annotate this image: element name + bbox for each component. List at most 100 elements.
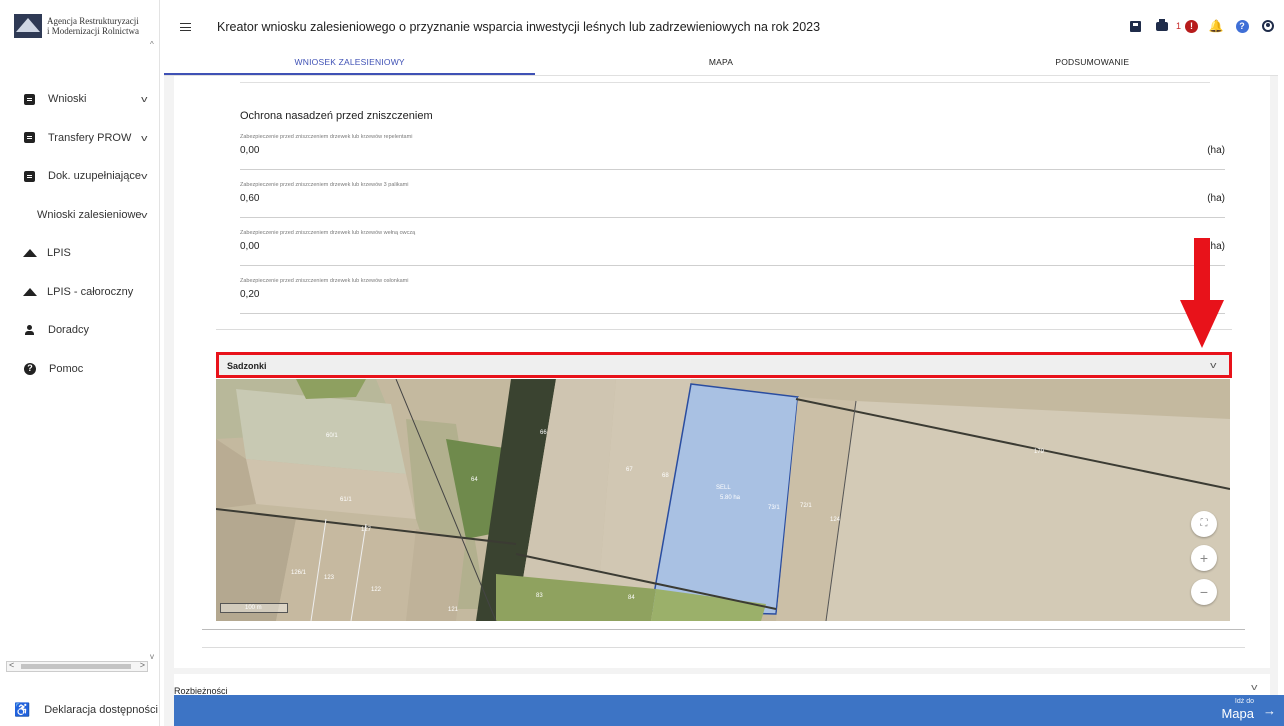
sidebar-scroll-down-icon[interactable]: v (150, 652, 154, 661)
field-value[interactable]: 0,00 (240, 241, 259, 252)
sidebar-item-pomoc[interactable]: ? Pomoc (0, 350, 158, 389)
field-value[interactable]: 0,60 (240, 193, 259, 204)
sidebar-item-dok-uzupelniajace[interactable]: Dok. uzupełniające v (0, 157, 158, 196)
selected-parcel-area: 5.80 ha (720, 495, 741, 501)
parcel-label: 122 (371, 587, 382, 593)
sidebar-item-label: Transfery PROW (48, 131, 132, 144)
save-button[interactable] (1128, 18, 1144, 34)
notification-count: 1 (1175, 21, 1181, 31)
chevron-down-icon: v (140, 132, 147, 143)
sidebar-item-label: Dok. uzupełniające (48, 170, 141, 183)
parcel-label: 60/1 (326, 433, 338, 439)
field-label: Zabezpieczenie przed zniszczeniem drzewe… (240, 278, 409, 284)
orthophoto-map: 60/1 66 64 67 68 61/1 127 126/1 123 122 … (216, 379, 1230, 621)
logo-line-2: i Modernizacji Rolnictwa (47, 26, 139, 36)
selected-parcel-label: SELL (716, 485, 731, 491)
divider (216, 329, 1232, 330)
sidebar-item-wnioski[interactable]: Wnioski v (0, 80, 158, 119)
scroll-left-icon[interactable]: < (9, 660, 14, 670)
parcel-label: 64 (471, 477, 478, 483)
person-icon (24, 324, 35, 336)
parcel-label: 66 (540, 430, 547, 436)
accessibility-declaration-link[interactable]: ♿ Deklaracja dostępności (14, 702, 158, 718)
sidebar-horizontal-scrollbar[interactable]: < > (6, 660, 148, 672)
chevron-down-icon: v (140, 209, 147, 220)
parcel-label: 67 (626, 467, 633, 473)
fullscreen-button[interactable]: ⛶ (1191, 511, 1217, 537)
sidebar-item-transfery-prow[interactable]: Transfery PROW v (0, 119, 158, 158)
help-button[interactable]: ? (1234, 18, 1250, 34)
repellent-field[interactable]: Zabezpieczenie przed zniszczeniem drzewe… (240, 128, 1225, 170)
parcel-map[interactable]: 60/1 66 64 67 68 61/1 127 126/1 123 122 … (216, 379, 1230, 621)
parcel-label: 123 (324, 575, 335, 581)
parcel-label: 124 (830, 517, 841, 523)
sidebar-item-lpis-caloroczny[interactable]: LPIS - całoroczny (0, 273, 158, 312)
parcel-label: 73/1 (768, 505, 780, 511)
field-label: Zabezpieczenie przed zniszczeniem drzewe… (240, 134, 413, 140)
tree-guard-field[interactable]: Zabezpieczenie przed zniszczeniem drzewe… (240, 272, 1225, 314)
page-title: Kreator wniosku zalesieniowego o przyzna… (217, 20, 821, 34)
tab-mapa[interactable]: MAPA (535, 52, 906, 75)
sidebar-item-label: Wnioski (48, 93, 87, 106)
parcel-label: 72/1 (800, 503, 812, 509)
bottom-action-bar: Idź do Mapa → (174, 695, 1284, 726)
parcel-label: 179 (1034, 449, 1045, 455)
user-account-button[interactable] (1260, 18, 1276, 34)
document-icon (24, 170, 35, 182)
top-bar: Kreator wniosku zalesieniowego o przyzna… (160, 0, 1284, 60)
logo-line-1: Agencja Restrukturyzacji (47, 16, 139, 26)
parcel-label: 83 (536, 593, 543, 599)
accessibility-label: Deklaracja dostępności (44, 704, 158, 716)
chevron-down-icon: v (140, 171, 147, 182)
chevron-down-icon: v (1250, 682, 1257, 692)
red-arrow-annotation-icon (1180, 238, 1224, 348)
parcel-label: 68 (662, 473, 669, 479)
scroll-right-icon[interactable]: > (140, 660, 145, 670)
sheep-wool-field[interactable]: Zabezpieczenie przed zniszczeniem drzewe… (240, 224, 1225, 266)
document-icon (24, 93, 35, 105)
zoom-in-button[interactable]: + (1191, 545, 1217, 571)
sidebar-item-label: LPIS - całoroczny (47, 285, 134, 298)
sidebar: Agencja Restrukturyzacji i Modernizacji … (0, 0, 160, 726)
user-icon (1262, 20, 1274, 32)
document-icon (24, 132, 35, 144)
tab-bar: WNIOSEK ZALESIENIOWY MAPA PODSUMOWANIE (164, 52, 1278, 76)
parcel-label: 126/1 (291, 570, 307, 576)
alert-icon[interactable]: ! (1185, 19, 1198, 33)
help-icon: ? (1235, 19, 1249, 33)
notifications-button[interactable]: 🔔 (1208, 18, 1224, 34)
chevron-down-icon: v (1209, 360, 1216, 370)
terrain-icon (23, 287, 37, 296)
form-card: Ochrona nasadzeń przed zniszczeniem Zabe… (174, 76, 1270, 668)
map-scale-bar: 100 m (220, 603, 288, 613)
sidebar-item-label: Doradcy (48, 324, 89, 337)
field-value[interactable]: 0,00 (240, 145, 259, 156)
toolbar-actions: 1 ! 🔔 ? (1118, 18, 1276, 34)
print-icon (1155, 18, 1168, 31)
sadzonki-accordion-header[interactable]: Sadzonki v (216, 352, 1232, 378)
terrain-icon (23, 249, 37, 258)
sidebar-scroll-up-icon[interactable]: ^ (150, 40, 154, 49)
goto-map-button[interactable]: Idź do Mapa (1221, 697, 1254, 721)
three-stakes-field[interactable]: Zabezpieczenie przed zniszczeniem drzewe… (240, 176, 1225, 218)
scrollbar-thumb[interactable] (21, 664, 131, 669)
menu-icon[interactable] (180, 23, 191, 31)
print-button[interactable] (1154, 18, 1170, 34)
sidebar-item-lpis[interactable]: LPIS (0, 234, 158, 273)
field-label: Zabezpieczenie przed zniszczeniem drzewe… (240, 182, 409, 188)
help-icon: ? (24, 362, 36, 375)
protection-section-title: Ochrona nasadzeń przed zniszczeniem (240, 110, 433, 122)
chevron-down-icon: v (140, 94, 147, 105)
accordion-label: Sadzonki (227, 361, 267, 371)
sidebar-item-wnioski-zalesieniowe[interactable]: Wnioski zalesieniowe v (0, 196, 158, 235)
parcel-label: 61/1 (340, 497, 352, 503)
parcel-label: 84 (628, 595, 635, 601)
tab-podsumowanie[interactable]: PODSUMOWANIE (907, 52, 1278, 75)
arrow-right-icon[interactable]: → (1263, 703, 1276, 718)
sidebar-item-doradcy[interactable]: Doradcy (0, 311, 158, 350)
divider (240, 82, 1210, 83)
tab-wniosek-zalesieniowy[interactable]: WNIOSEK ZALESIENIOWY (164, 52, 536, 75)
zoom-out-button[interactable]: − (1191, 579, 1217, 605)
arimr-logo[interactable]: Agencja Restrukturyzacji i Modernizacji … (14, 14, 157, 38)
field-value[interactable]: 0,20 (240, 289, 259, 300)
